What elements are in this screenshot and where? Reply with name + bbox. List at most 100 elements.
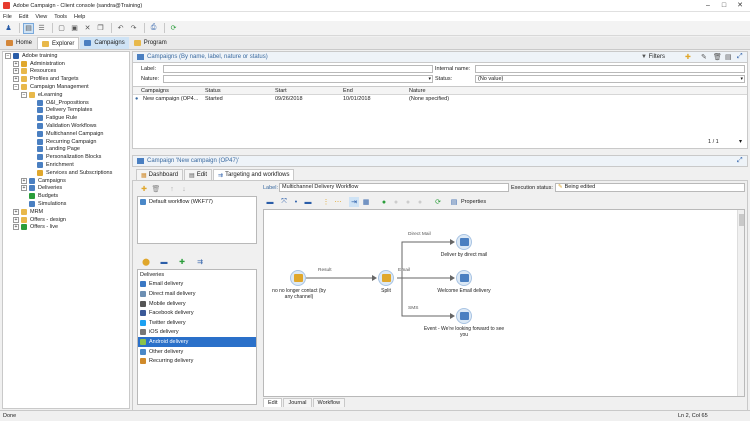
save-icon[interactable]: ▣ (69, 23, 80, 34)
refresh-icon[interactable]: ⟳ (168, 23, 179, 34)
maximize-icon[interactable]: □ (716, 0, 732, 12)
palette-item[interactable]: Recurring delivery (138, 356, 256, 366)
col-campaigns[interactable]: Campaigns (141, 88, 169, 94)
menu-tools[interactable]: Tools (54, 14, 67, 20)
expand-icon[interactable]: ⤢ (737, 157, 743, 165)
sms-activity[interactable] (456, 308, 472, 324)
tree-item[interactable]: − Adobe training (3, 52, 129, 60)
pause-icon[interactable]: ● (391, 197, 401, 207)
filters-button[interactable]: ▼ Filters (641, 54, 665, 60)
move-down-icon[interactable]: ↓ (179, 184, 189, 194)
scroll-down-icon[interactable]: ▾ (739, 138, 742, 145)
palette-item[interactable]: Twitter delivery (138, 318, 256, 328)
palette-item[interactable]: Direct mail delivery (138, 289, 256, 299)
expand-icon[interactable]: + (13, 216, 19, 223)
vertical-scrollbar[interactable] (737, 210, 744, 396)
delete-icon[interactable]: ✕ (82, 23, 93, 34)
palette-item[interactable]: iOS delivery (138, 328, 256, 338)
move-up-icon[interactable]: ↑ (167, 184, 177, 194)
new-icon[interactable]: ▢ (56, 23, 67, 34)
tree-item[interactable]: − Campaign Management (3, 83, 129, 91)
tree-item[interactable]: + Offers - live (3, 224, 129, 232)
scroll-thumb[interactable] (739, 214, 744, 226)
tree-item[interactable]: O&I_Propositions (3, 99, 129, 107)
workflow-canvas[interactable]: Result Direct Mail Email SMS no no longe… (263, 209, 745, 397)
duplicate-icon[interactable]: ❐ (95, 23, 106, 34)
options-icon[interactable]: ⋯ (333, 197, 343, 207)
properties-button[interactable]: Properties (461, 199, 486, 205)
user-icon[interactable]: ♟ (3, 23, 14, 34)
delete-icon[interactable]: 🗑 (713, 53, 722, 61)
expand-icon[interactable]: + (13, 76, 19, 83)
direct-mail-activity[interactable] (456, 234, 472, 250)
palette-item[interactable]: Email delivery (138, 280, 256, 290)
col-end[interactable]: End (343, 88, 353, 94)
expand-icon[interactable]: ⤢ (737, 53, 743, 61)
tree-item[interactable]: Delivery Templates (3, 107, 129, 115)
email-activity[interactable] (456, 270, 472, 286)
campaigns-grid[interactable]: Campaigns Status Start End Nature ● New … (132, 87, 748, 149)
tree-item[interactable]: Services and Subscriptions (3, 169, 129, 177)
tab-dashboard[interactable]: ▦ Dashboard (136, 169, 184, 180)
delete-workflow-icon[interactable]: 🗑 (151, 184, 161, 194)
tree-item[interactable]: Fatigue Rule (3, 114, 129, 122)
tree-item[interactable]: + Campaigns (3, 177, 129, 185)
tree-item[interactable]: Simulations (3, 200, 129, 208)
tab-edit[interactable]: ▤ Edit (184, 169, 213, 180)
zoom-fit-icon[interactable]: ⤧ (279, 197, 289, 207)
query-activity[interactable] (290, 270, 306, 286)
tab-targeting-and-workflows[interactable]: ⇉ Targeting and workflows (213, 169, 295, 180)
layout-icon[interactable]: ▬ (265, 197, 275, 207)
undo-icon[interactable]: ↶ (115, 23, 126, 34)
table-row[interactable]: ● New campaign (OP4... Started 09/26/201… (133, 95, 747, 103)
tree-item[interactable]: + Profiles and Targets (3, 75, 129, 83)
expand-icon[interactable]: + (13, 208, 19, 215)
tree-item[interactable]: − eLearning (3, 91, 129, 99)
menu-edit[interactable]: Edit (19, 14, 28, 20)
new-campaign-icon[interactable]: ✚ (685, 53, 691, 61)
expand-icon[interactable]: + (13, 68, 19, 75)
tab-workflow[interactable]: Workflow (312, 398, 346, 407)
expand-icon[interactable]: + (21, 185, 27, 192)
stop-icon[interactable]: ● (403, 197, 413, 207)
navigation-icon[interactable]: ▤ (23, 22, 34, 34)
nature-select[interactable]: ▾ (163, 75, 433, 83)
tab-home[interactable]: Home (2, 37, 36, 49)
split-activity[interactable] (378, 270, 394, 286)
menu-view[interactable]: View (35, 14, 47, 20)
status-select[interactable]: (No value) ▾ (475, 75, 745, 83)
menu-help[interactable]: Help (74, 14, 85, 20)
tab-program[interactable]: Program (130, 37, 171, 49)
zoom-icon[interactable]: • (291, 197, 301, 207)
palette-item[interactable]: Android delivery (138, 337, 256, 347)
col-start[interactable]: Start (275, 88, 287, 94)
tree-item[interactable]: Budgets (3, 192, 129, 200)
menu-file[interactable]: File (3, 14, 12, 20)
collapse-icon[interactable]: − (21, 91, 27, 98)
collapse-icon[interactable]: − (5, 52, 11, 59)
minimize-icon[interactable]: – (700, 0, 716, 12)
cancel-icon[interactable]: ● (415, 197, 425, 207)
tree-item[interactable]: Recurring Campaign (3, 138, 129, 146)
palette-deliveries-icon[interactable]: ⇉ (195, 257, 205, 267)
workflow-label-input[interactable]: Multichannel Delivery Workflow (279, 183, 509, 192)
workflow-list[interactable]: Default workflow (WKF77) (137, 196, 257, 244)
run-icon[interactable]: ⇥ (349, 197, 359, 207)
tree-item[interactable]: + MRM (3, 208, 129, 216)
tree-item[interactable]: Validation Workflows (3, 122, 129, 130)
redo-icon[interactable]: ↷ (128, 23, 139, 34)
tree-item[interactable]: + Deliveries (3, 185, 129, 193)
list-icon[interactable]: ☰ (36, 23, 47, 34)
col-status[interactable]: Status (205, 88, 221, 94)
expand-icon[interactable]: + (13, 60, 19, 67)
tree-item[interactable]: Personalization Blocks (3, 153, 129, 161)
close-icon[interactable]: ✕ (732, 0, 748, 12)
palette-item[interactable]: Mobile delivery (138, 299, 256, 309)
refresh-icon[interactable]: ⟳ (433, 197, 443, 207)
expand-icon[interactable]: + (21, 177, 27, 184)
palette-icon[interactable]: ▦ (361, 197, 371, 207)
edit-icon[interactable]: ✎ (701, 53, 707, 61)
palette-targeting-icon[interactable]: ⬤ (141, 257, 151, 267)
tree-item[interactable]: Landing Page (3, 146, 129, 154)
col-nature[interactable]: Nature (409, 88, 426, 94)
